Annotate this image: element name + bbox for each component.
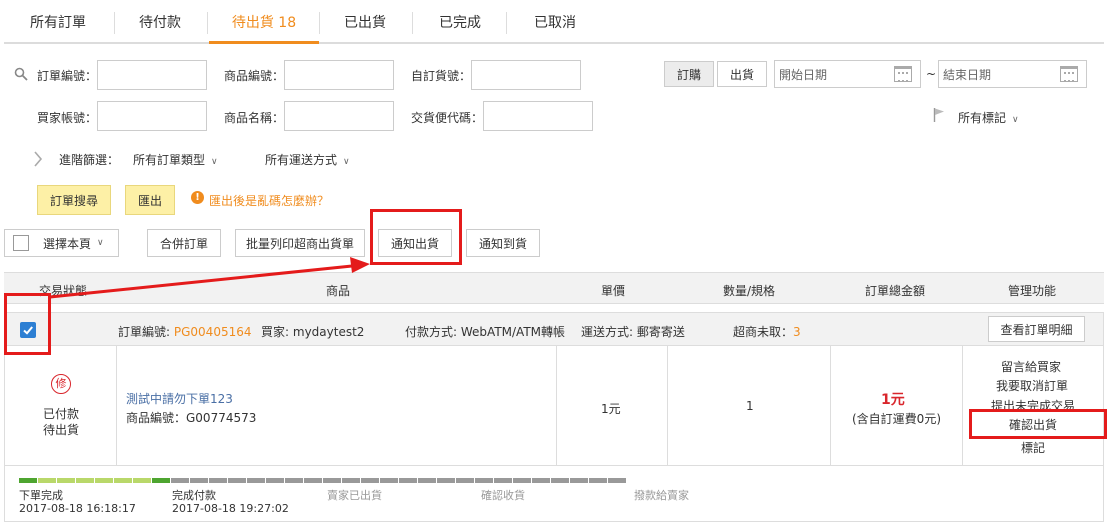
annotation-arrow xyxy=(49,257,370,299)
